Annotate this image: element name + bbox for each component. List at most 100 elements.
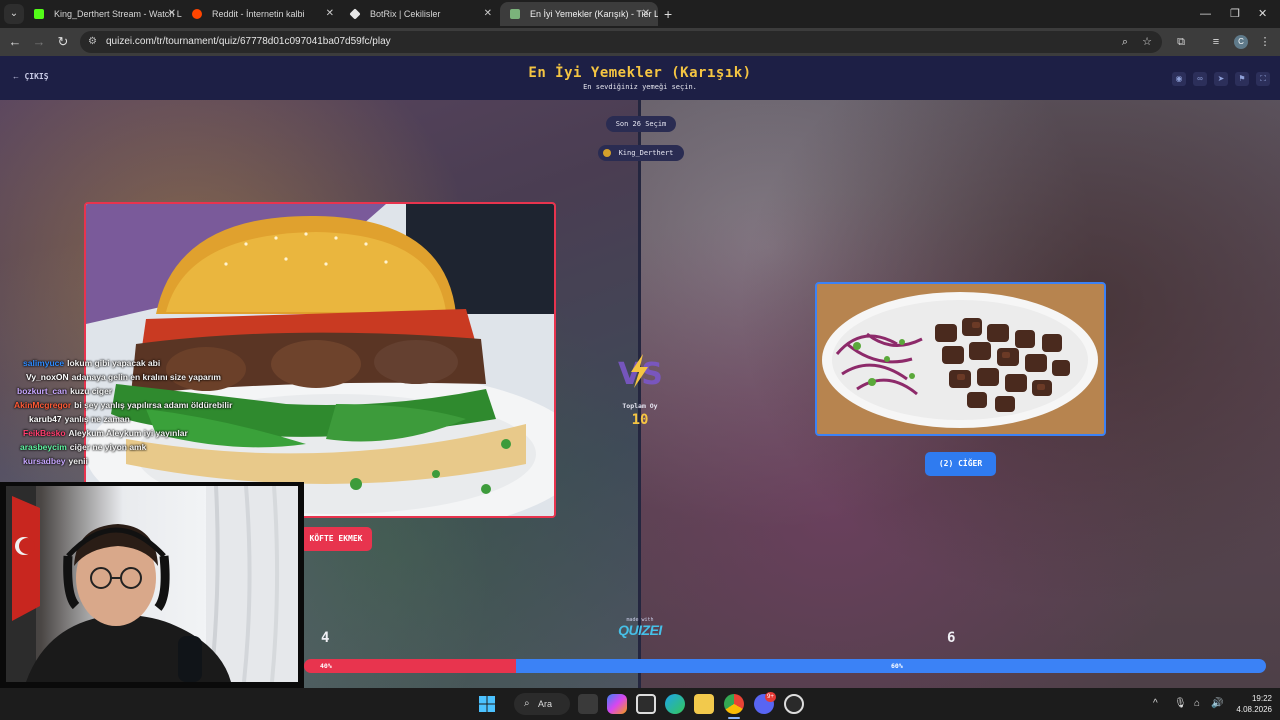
right-vote-count: 6 [947, 630, 956, 646]
right-choice-image[interactable] [815, 282, 1106, 436]
windows-start-icon[interactable] [479, 696, 495, 712]
botrix-icon [349, 8, 361, 20]
quiz-title: En İyi Yemekler (Karışık) [528, 65, 752, 81]
close-icon[interactable]: ✕ [168, 2, 176, 26]
steam-icon[interactable] [784, 694, 804, 714]
left-vote-bar: 40% [304, 659, 516, 673]
streamer-webcam [0, 482, 304, 688]
address-bar[interactable]: ⚙ quizei.com/tr/tournament/quiz/67778d01… [80, 31, 1162, 53]
quizei-logo[interactable]: QUIZEI [606, 622, 674, 638]
webcam-feed-illustration [6, 486, 298, 682]
chat-message: AkinMcgregor bi şey yanlış yapılırsa adam… [0, 400, 388, 414]
chat-username[interactable]: Vy_noxON [26, 372, 69, 382]
reading-list-icon[interactable]: ≡ [1207, 32, 1225, 52]
flag-icon[interactable]: ⚑ [1235, 72, 1249, 86]
chat-text: adanaya gelin en kralını size yaparım [71, 372, 221, 382]
file-explorer-icon[interactable] [694, 694, 714, 714]
chrome-icon[interactable] [724, 694, 744, 714]
chat-message: bozkurt_can kuzu ciger [0, 386, 388, 400]
browser-toolbar: ← → ↻ ⚙ quizei.com/tr/tournament/quiz/67… [0, 28, 1280, 56]
chat-username[interactable]: salimyuce [23, 358, 64, 368]
site-info-icon[interactable]: ⚙ [88, 36, 100, 48]
tab-botrix[interactable]: BotRix | Cekilisler ✕ [340, 2, 500, 26]
share-icon[interactable]: ➤ [1214, 72, 1228, 86]
chat-username[interactable]: arasbeycim [20, 442, 67, 452]
bookmark-star-icon[interactable]: ☆ [1138, 32, 1156, 52]
chat-username[interactable]: AkinMcgregor [14, 400, 71, 410]
window-close-icon[interactable]: ✕ [1258, 4, 1267, 24]
center-divider [638, 100, 641, 688]
new-tab-icon[interactable]: + [664, 4, 672, 24]
task-view-icon[interactable] [578, 694, 598, 714]
quiz-subtitle: En sevdiğiniz yemeği seçin. [583, 83, 697, 91]
windows-taskbar: ⌕ Ara 9+ ^ 🎙 ⌂ 🔊 19:22 4.08.2026 [0, 688, 1280, 720]
volume-icon[interactable]: 🔊 [1211, 697, 1223, 711]
store-icon[interactable] [636, 694, 656, 714]
chat-username[interactable]: karub47 [29, 414, 62, 424]
microphone-icon[interactable]: 🎙 [1174, 697, 1187, 711]
chat-text: kuzu ciger [70, 386, 113, 396]
network-icon[interactable]: ⌂ [1194, 697, 1200, 711]
restore-icon[interactable]: ❐ [1230, 4, 1240, 24]
reddit-icon [192, 9, 202, 19]
total-votes-label: Toplam Oy [622, 402, 658, 410]
chat-text: yanlış ne zaman [64, 414, 130, 424]
quizei-favicon-icon [510, 9, 520, 19]
round-badge: Son 26 Seçim [606, 116, 676, 132]
menu-kebab-icon[interactable]: ⋮ [1256, 32, 1274, 52]
chat-text: lokum gibi yapacak abi [67, 358, 161, 368]
eye-icon[interactable]: ◉ [1172, 72, 1186, 86]
quiz-header: ← ÇIKIŞ En İyi Yemekler (Karışık) En sev… [0, 56, 1280, 100]
copilot-icon[interactable] [607, 694, 627, 714]
zoom-icon[interactable]: ⌕ [1116, 32, 1134, 52]
chat-message: FeikBesko Aleykum Aleykum iyi yayınlar [0, 428, 388, 442]
system-clock[interactable]: 19:22 4.08.2026 [1228, 693, 1272, 715]
chat-text: bi şey yanlış yapılırsa adamı öldürebili… [74, 400, 233, 410]
discord-badge: 9+ [765, 692, 776, 702]
back-icon[interactable]: ← [5, 32, 25, 52]
total-votes-value: 10 [631, 412, 649, 428]
minimize-icon[interactable]: — [1200, 4, 1211, 24]
chat-message: arasbeycim ciğer ne yiyon amk [0, 442, 388, 456]
chat-text: yenii [68, 456, 88, 466]
active-app-indicator [728, 717, 740, 719]
chat-username[interactable]: kursadbey [23, 456, 66, 466]
search-icon: ⌕ [524, 698, 530, 709]
reload-icon[interactable]: ↻ [53, 32, 73, 52]
close-icon[interactable]: ✕ [326, 2, 334, 26]
fullscreen-icon[interactable]: ⛶ [1256, 72, 1270, 86]
chat-message: Vy_noxON adanaya gelin en kralını size ya… [0, 372, 388, 386]
close-icon[interactable]: ✕ [484, 2, 492, 26]
chat-username[interactable]: FeikBesko [23, 428, 66, 438]
choose-left-button[interactable]: KÖFTE EKMEK [300, 527, 372, 551]
tab-reddit[interactable]: Reddit - İnternetin kalbi ✕ [182, 2, 342, 26]
user-icon [603, 149, 611, 157]
kick-icon [34, 9, 44, 19]
choose-right-button[interactable]: (2) CİĞER [925, 452, 996, 476]
ciger-illustration [817, 284, 1104, 434]
tab-kick-stream[interactable]: King_Derthert Stream - Watch L ✕ [24, 2, 184, 26]
right-vote-bar: 60% [516, 659, 1266, 673]
chat-username[interactable]: bozkurt_can [17, 386, 67, 396]
host-user-badge: King_Derthert [598, 145, 684, 161]
left-percent-label: 40% [320, 662, 332, 670]
close-icon[interactable]: ✕ [642, 2, 650, 26]
forward-icon[interactable]: → [29, 32, 49, 52]
extensions-icon[interactable]: ⧉ [1172, 32, 1190, 52]
tab-quizei[interactable]: En İyi Yemekler (Karışık) - Tier L ✕ [500, 2, 658, 26]
chat-message: karub47 yanlış ne zaman [0, 414, 388, 428]
tray-chevron-icon[interactable]: ^ [1153, 697, 1158, 711]
tab-search-button[interactable]: ⌄ [4, 4, 24, 24]
link-icon[interactable]: ∞ [1193, 72, 1207, 86]
url-text: quizei.com/tr/tournament/quiz/67778d01c0… [106, 36, 391, 47]
vs-lightning-icon: VS [618, 354, 663, 390]
chat-text: Aleykum Aleykum iyi yayınlar [68, 428, 188, 438]
taskbar-search[interactable]: ⌕ Ara [514, 693, 570, 715]
chat-text: ciğer ne yiyon amk [69, 442, 147, 452]
edge-icon[interactable] [665, 694, 685, 714]
left-vote-count: 4 [321, 630, 330, 646]
profile-avatar[interactable]: C [1234, 35, 1248, 49]
chat-message: salimyuce lokum gibi yapacak abi [0, 358, 388, 372]
browser-tab-strip: ⌄ King_Derthert Stream - Watch L ✕ Reddi… [0, 0, 1280, 28]
right-percent-label: 60% [891, 662, 903, 670]
